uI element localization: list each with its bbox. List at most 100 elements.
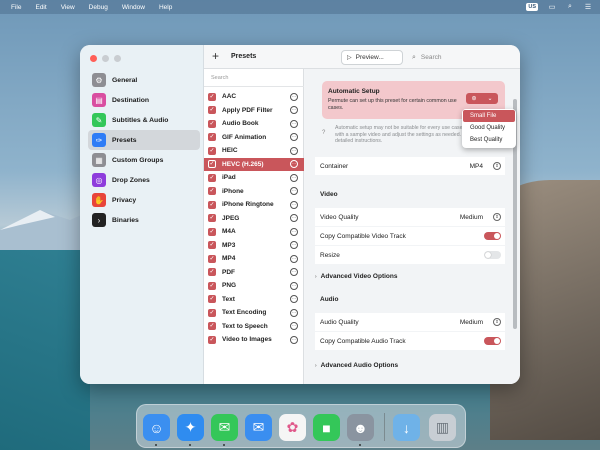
- checkbox-icon[interactable]: ✓: [208, 214, 216, 223]
- more-options-icon[interactable]: ⋯: [290, 119, 298, 128]
- preset-row[interactable]: ✓ HEVC (H.265) ⋯: [204, 157, 304, 171]
- more-options-icon[interactable]: ⋯: [290, 308, 298, 317]
- stepper-icon[interactable]: ⇕: [493, 318, 501, 326]
- preset-row[interactable]: ✓ iPhone Ringtone ⋯: [204, 198, 304, 212]
- menu-file[interactable]: File: [11, 4, 21, 11]
- checkbox-icon[interactable]: ✓: [208, 146, 216, 155]
- sidebar-item-binaries[interactable]: › Binaries: [88, 210, 200, 230]
- trash-icon[interactable]: ▥: [429, 414, 456, 441]
- preset-row[interactable]: ✓ MP4 ⋯: [204, 252, 304, 266]
- safari-icon[interactable]: ✦: [177, 414, 204, 441]
- checkbox-icon[interactable]: ✓: [208, 92, 216, 101]
- preset-row[interactable]: ✓ Audio Book ⋯: [204, 117, 304, 131]
- menu-window[interactable]: Window: [122, 4, 145, 11]
- automatic-setup-popup-button[interactable]: ⊛ ⌄: [466, 93, 498, 104]
- checkbox-icon[interactable]: ✓: [208, 187, 216, 196]
- container-row[interactable]: Container MP4 ⇕: [315, 157, 505, 175]
- permute-icon[interactable]: ☻: [347, 414, 374, 441]
- zoom-button[interactable]: [114, 55, 121, 62]
- more-options-icon[interactable]: ⋯: [290, 227, 298, 236]
- add-preset-button[interactable]: +: [212, 49, 219, 63]
- sidebar-item-drop-zones[interactable]: ◎ Drop Zones: [88, 170, 200, 190]
- more-options-icon[interactable]: ⋯: [290, 335, 298, 344]
- preset-row[interactable]: ✓ Video to Images ⋯: [204, 333, 304, 347]
- more-options-icon[interactable]: ⋯: [290, 295, 298, 304]
- advanced-video-disclosure[interactable]: › Advanced Video Options: [315, 273, 397, 280]
- checkbox-icon[interactable]: ✓: [208, 268, 216, 277]
- minimize-button[interactable]: [102, 55, 109, 62]
- preset-row[interactable]: ✓ PNG ⋯: [204, 279, 304, 293]
- preset-row[interactable]: ✓ iPad ⋯: [204, 171, 304, 185]
- menu-view[interactable]: View: [61, 4, 75, 11]
- menu-option-good-quality[interactable]: Good Quality: [463, 122, 515, 134]
- more-options-icon[interactable]: ⋯: [290, 254, 298, 263]
- sidebar-item-custom-groups[interactable]: ▦ Custom Groups: [88, 150, 200, 170]
- video-quality-row[interactable]: Video Quality Medium ⇕: [315, 208, 505, 226]
- more-options-icon[interactable]: ⋯: [290, 173, 298, 182]
- checkbox-icon[interactable]: ✓: [208, 227, 216, 236]
- mail-icon[interactable]: ✉: [245, 414, 272, 441]
- more-options-icon[interactable]: ⋯: [290, 241, 298, 250]
- sidebar-item-subtitles-audio[interactable]: ✎ Subtitles & Audio: [88, 110, 200, 130]
- messages-icon[interactable]: ✉: [211, 414, 238, 441]
- checkbox-icon[interactable]: ✓: [208, 322, 216, 331]
- more-options-icon[interactable]: ⋯: [290, 281, 298, 290]
- preset-search-field[interactable]: Search: [211, 75, 228, 81]
- stepper-icon[interactable]: ⇕: [493, 213, 501, 221]
- more-options-icon[interactable]: ⋯: [290, 160, 298, 169]
- menu-edit[interactable]: Edit: [35, 4, 46, 11]
- checkbox-icon[interactable]: ✓: [208, 173, 216, 182]
- advanced-audio-disclosure[interactable]: › Advanced Audio Options: [315, 362, 398, 369]
- checkbox-icon[interactable]: ✓: [208, 133, 216, 142]
- menu-help[interactable]: Help: [159, 4, 172, 11]
- menu-option-small-file[interactable]: Small File: [463, 110, 515, 122]
- more-options-icon[interactable]: ⋯: [290, 146, 298, 155]
- toolbar-search-field[interactable]: ⌕ Search: [409, 50, 517, 65]
- sidebar-item-general[interactable]: ⚙ General: [88, 70, 200, 90]
- copy-video-toggle[interactable]: [484, 232, 501, 240]
- control-center-icon[interactable]: ☰: [584, 3, 592, 11]
- checkbox-icon[interactable]: ✓: [208, 281, 216, 290]
- photos-icon[interactable]: ✿: [279, 414, 306, 441]
- checkbox-icon[interactable]: ✓: [208, 241, 216, 250]
- audio-quality-row[interactable]: Audio Quality Medium ⇕: [315, 313, 505, 331]
- resize-toggle[interactable]: [484, 251, 501, 259]
- more-options-icon[interactable]: ⋯: [290, 106, 298, 115]
- checkbox-icon[interactable]: ✓: [208, 106, 216, 115]
- menu-option-best-quality[interactable]: Best Quality: [463, 134, 515, 146]
- finder-icon[interactable]: ☺: [143, 414, 170, 441]
- preset-row[interactable]: ✓ GIF Animation ⋯: [204, 131, 304, 145]
- checkbox-icon[interactable]: ✓: [208, 160, 216, 169]
- preset-row[interactable]: ✓ Apply PDF Filter ⋯: [204, 104, 304, 118]
- preset-row[interactable]: ✓ Text ⋯: [204, 293, 304, 307]
- more-options-icon[interactable]: ⋯: [290, 268, 298, 277]
- more-options-icon[interactable]: ⋯: [290, 200, 298, 209]
- more-options-icon[interactable]: ⋯: [290, 92, 298, 101]
- screen-mirror-icon[interactable]: ▭: [548, 3, 556, 11]
- more-options-icon[interactable]: ⋯: [290, 214, 298, 223]
- checkbox-icon[interactable]: ✓: [208, 200, 216, 209]
- checkbox-icon[interactable]: ✓: [208, 254, 216, 263]
- preview-button[interactable]: ▷ Preview...: [341, 50, 403, 65]
- checkbox-icon[interactable]: ✓: [208, 335, 216, 344]
- sidebar-item-privacy[interactable]: ✋ Privacy: [88, 190, 200, 210]
- preset-row[interactable]: ✓ Text to Speech ⋯: [204, 320, 304, 334]
- preset-row[interactable]: ✓ MP3 ⋯: [204, 239, 304, 253]
- facetime-icon[interactable]: ■: [313, 414, 340, 441]
- sidebar-item-destination[interactable]: ▤ Destination: [88, 90, 200, 110]
- close-button[interactable]: [90, 55, 97, 62]
- downloads-folder-icon[interactable]: ↓: [393, 414, 420, 441]
- preset-row[interactable]: ✓ M4A ⋯: [204, 225, 304, 239]
- more-options-icon[interactable]: ⋯: [290, 187, 298, 196]
- checkbox-icon[interactable]: ✓: [208, 308, 216, 317]
- help-icon[interactable]: ?: [322, 130, 325, 136]
- menu-debug[interactable]: Debug: [89, 4, 108, 11]
- preset-row[interactable]: ✓ JPEG ⋯: [204, 212, 304, 226]
- preset-row[interactable]: ✓ iPhone ⋯: [204, 185, 304, 199]
- more-options-icon[interactable]: ⋯: [290, 133, 298, 142]
- checkbox-icon[interactable]: ✓: [208, 295, 216, 304]
- preset-row[interactable]: ✓ Text Encoding ⋯: [204, 306, 304, 320]
- copy-audio-toggle[interactable]: [484, 337, 501, 345]
- search-icon[interactable]: ⌕: [566, 3, 574, 11]
- more-options-icon[interactable]: ⋯: [290, 322, 298, 331]
